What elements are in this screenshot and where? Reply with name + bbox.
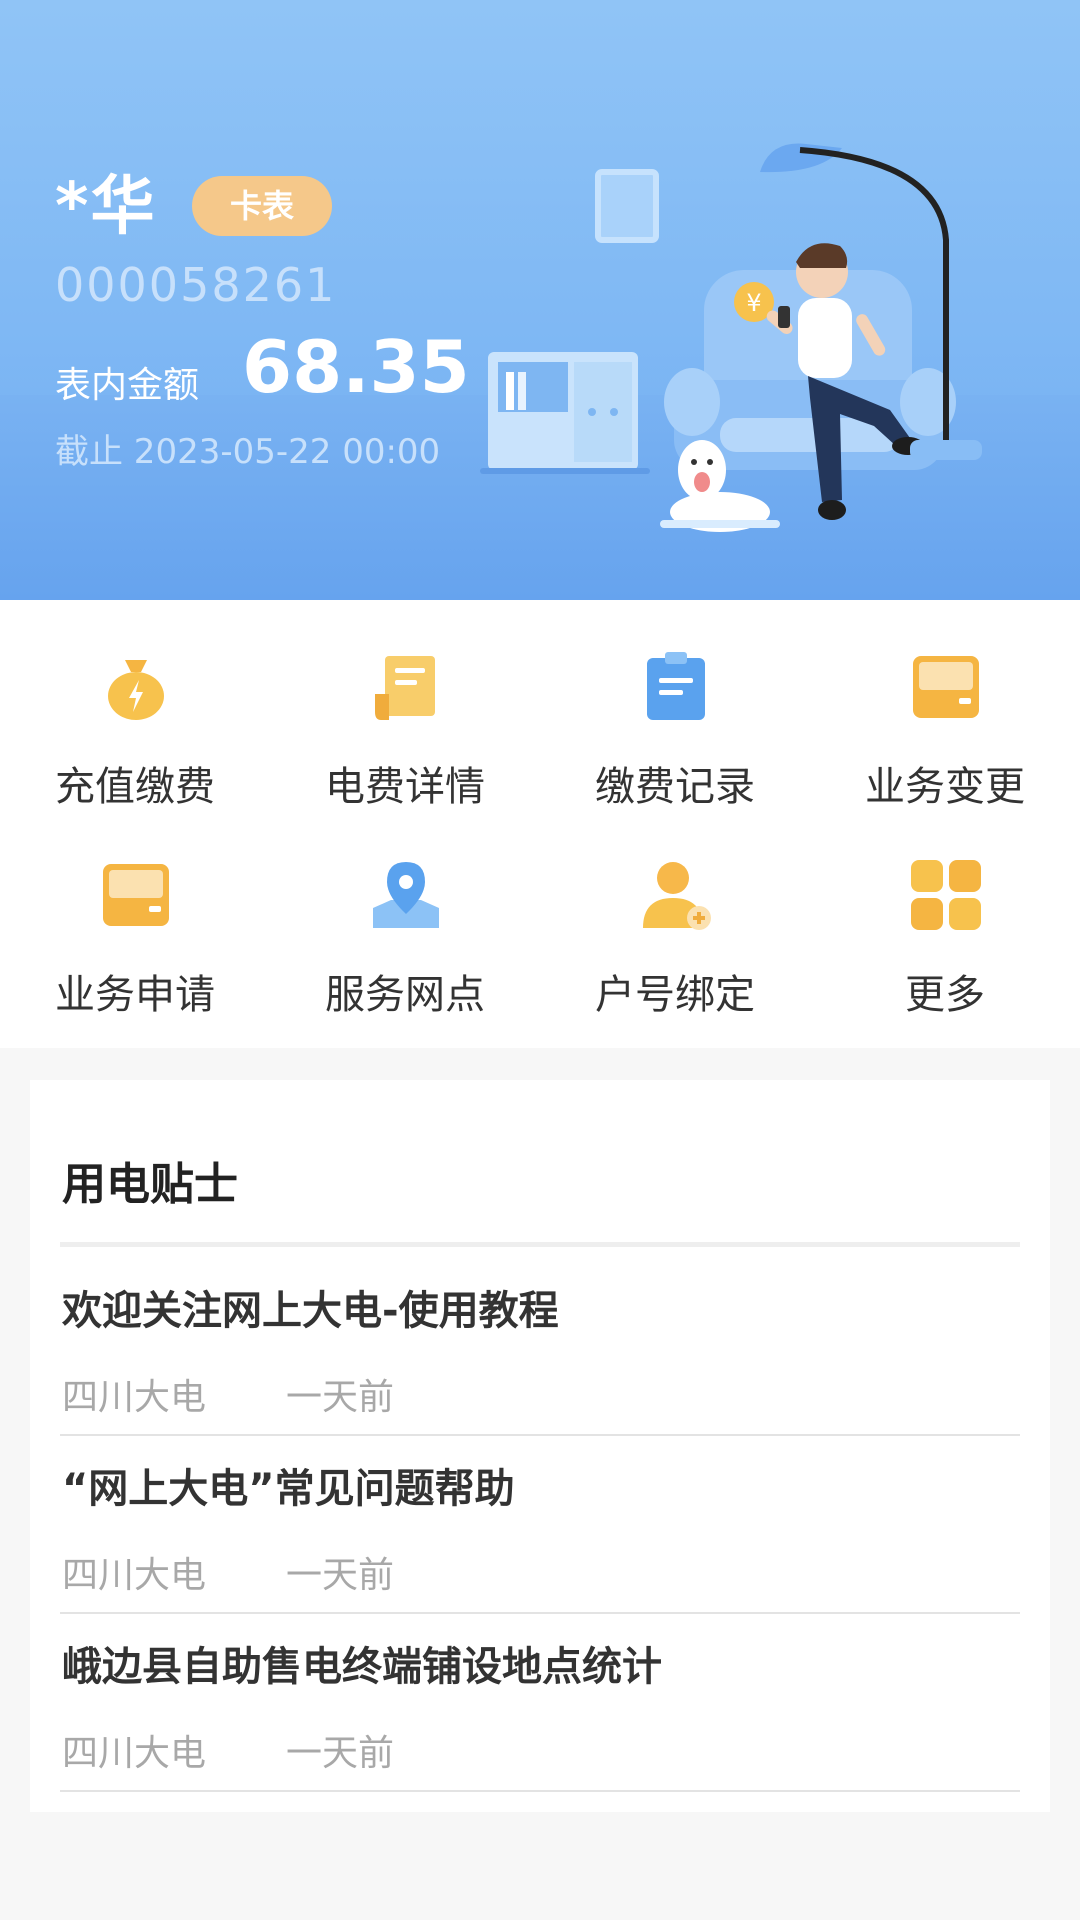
- service-item-payment-records[interactable]: 缴费记录: [540, 600, 810, 810]
- service-item-account-binding[interactable]: 户号绑定: [540, 808, 810, 1018]
- news-title: “网上大电”常见问题帮助: [62, 1466, 515, 1512]
- map-pin-icon: [373, 862, 439, 928]
- service-label: 电费详情: [325, 764, 485, 810]
- account-number: 000058261: [55, 258, 337, 312]
- news-source: 四川大电: [62, 1555, 207, 1596]
- living-room-illustration: ¥: [480, 143, 982, 532]
- service-label: 充值缴费: [55, 764, 215, 810]
- clipboard-icon: [647, 652, 705, 720]
- news-title: 欢迎关注网上大电-使用教程: [62, 1288, 559, 1334]
- news-source: 四川大电: [62, 1377, 207, 1418]
- account-name: *华: [55, 170, 157, 244]
- service-item-business-application[interactable]: 业务申请: [0, 808, 270, 1018]
- news-divider: [60, 1790, 1020, 1792]
- balance-label: 表内金额: [55, 365, 200, 406]
- service-item-bill-detail[interactable]: 电费详情: [270, 600, 540, 810]
- service-item-business-change[interactable]: 业务变更: [810, 600, 1080, 810]
- tips-title: 用电贴士: [62, 1159, 238, 1210]
- service-label: 户号绑定: [595, 972, 755, 1018]
- card-reader-icon: [103, 864, 169, 926]
- news-source: 四川大电: [62, 1733, 207, 1774]
- service-item-service-outlets[interactable]: 服务网点: [270, 808, 540, 1018]
- balance-value: 68.35: [242, 325, 470, 409]
- electricity-tips-card: 用电贴士 欢迎关注网上大电-使用教程 四川大电 一天前 “网上大电”常见问题帮助…: [30, 1080, 1050, 1812]
- news-time: 一天前: [286, 1377, 395, 1418]
- account-header: *华 卡表 000058261 表内金额 68.35 截止 2023-05-22…: [0, 0, 1080, 600]
- service-label: 业务变更: [865, 764, 1025, 810]
- grid-icon: [911, 860, 981, 930]
- user-add-icon: [643, 862, 711, 930]
- picture-frame-shape: [595, 169, 659, 243]
- tips-divider: [60, 1242, 1020, 1247]
- money-bag-icon: [108, 660, 164, 720]
- news-item[interactable]: “网上大电”常见问题帮助 四川大电 一天前: [60, 1436, 1020, 1614]
- news-item[interactable]: 欢迎关注网上大电-使用教程 四川大电 一天前: [60, 1258, 1020, 1436]
- balance-as-of: 截止 2023-05-22 00:00: [55, 432, 441, 472]
- news-time: 一天前: [286, 1555, 395, 1596]
- news-time: 一天前: [286, 1733, 395, 1774]
- card-reader-icon: [913, 656, 979, 718]
- service-item-recharge[interactable]: 充值缴费: [0, 600, 270, 810]
- service-grid: 充值缴费 电费详情 缴费记录 业务变更 业务申请 服务网点 户号绑定 更多: [0, 600, 1080, 1048]
- meter-type-badge: 卡表: [192, 176, 332, 236]
- service-label: 业务申请: [55, 972, 215, 1018]
- service-label: 缴费记录: [595, 764, 755, 810]
- news-title: 峨边县自助售电终端铺设地点统计: [62, 1644, 662, 1690]
- service-label: 更多: [905, 972, 985, 1018]
- news-item[interactable]: 峨边县自助售电终端铺设地点统计 四川大电 一天前: [60, 1614, 1020, 1792]
- bill-scroll-icon: [375, 656, 435, 720]
- service-item-more[interactable]: 更多: [810, 808, 1080, 1018]
- svg-text:¥: ¥: [746, 289, 761, 317]
- service-label: 服务网点: [325, 972, 485, 1018]
